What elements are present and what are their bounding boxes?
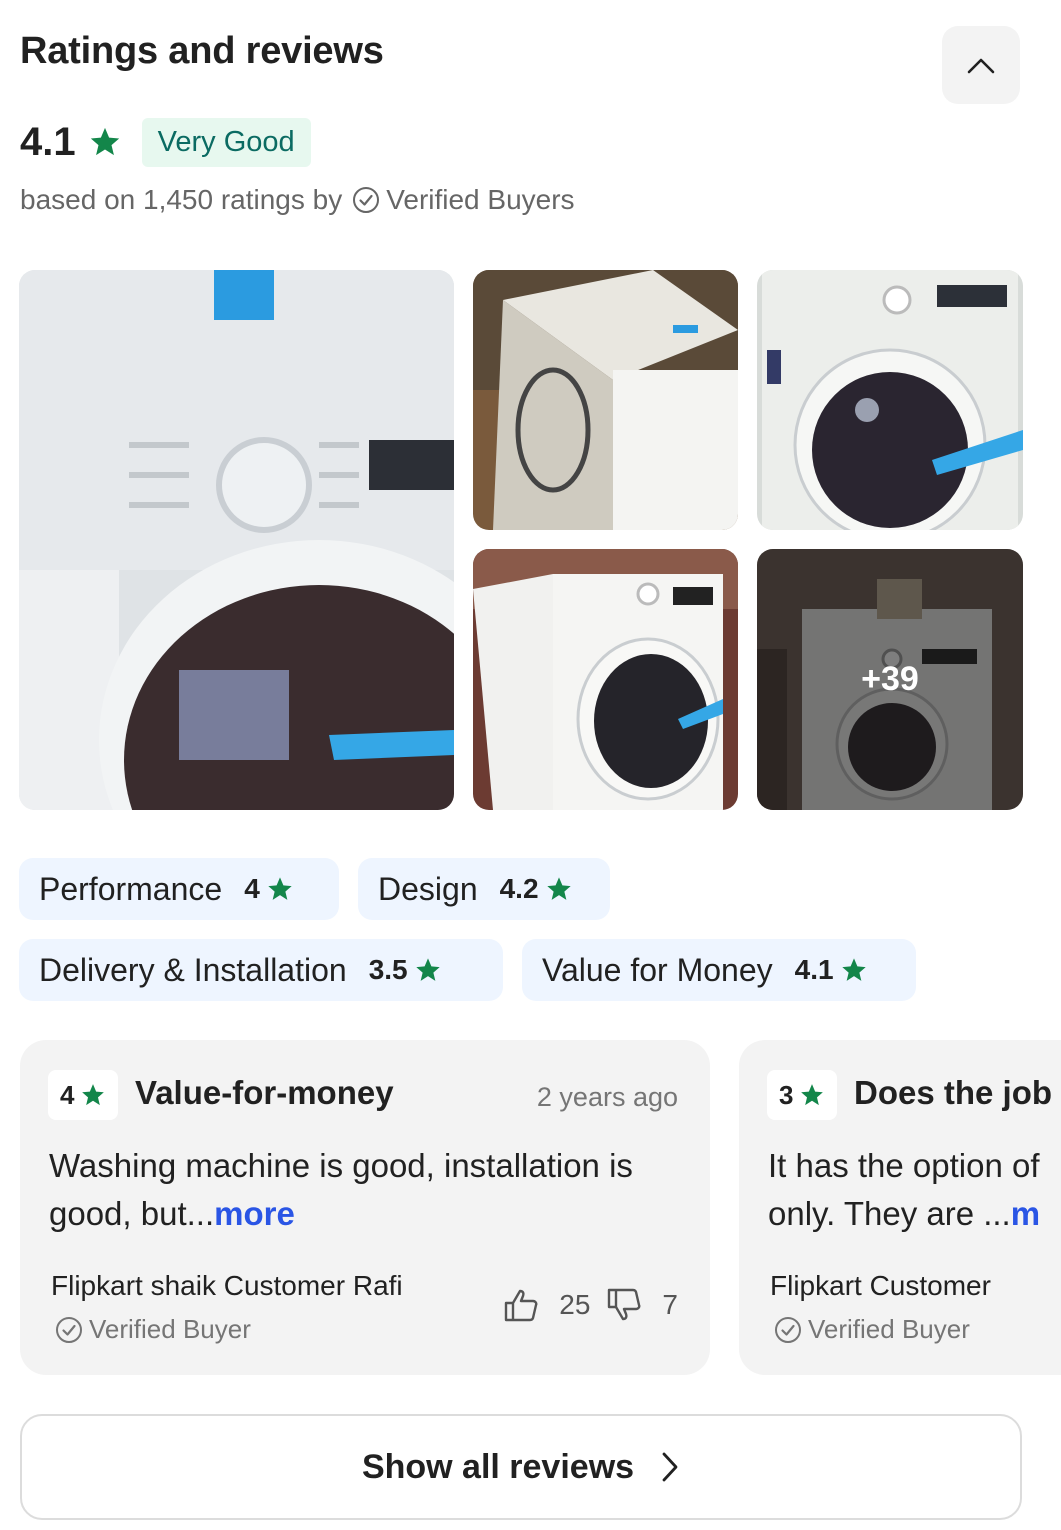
verified-check-icon xyxy=(55,1316,83,1344)
show-all-label: Show all reviews xyxy=(361,1447,635,1486)
show-all-reviews-button[interactable]: Show all reviews xyxy=(20,1414,1022,1520)
review-text: It has the option of only. They are ...m xyxy=(768,1142,1061,1238)
verified-buyers-text: Verified Buyers xyxy=(386,184,575,215)
review-rating-badge: 3 xyxy=(767,1070,838,1120)
more-photos-count: +39 xyxy=(757,549,1023,810)
verified-buyer-label: Verified Buyer xyxy=(808,1314,970,1344)
review-votes: 25 7 xyxy=(503,1288,678,1322)
aspect-rating: 3.5 xyxy=(368,954,408,985)
review-author: Flipkart shaik Customer Rafi xyxy=(51,1270,403,1301)
aspect-chip-delivery-installation[interactable]: Delivery & Installation 3.5 xyxy=(19,939,503,1001)
aspect-chip-design[interactable]: Design 4.2 xyxy=(358,858,610,920)
dislike-count: 7 xyxy=(662,1289,678,1320)
review-rating-badge: 4 xyxy=(48,1070,119,1120)
review-photo-1[interactable] xyxy=(19,270,454,810)
aspect-name: Value for Money xyxy=(542,951,773,988)
ratings-count: based on 1,450 ratings by Verified Buyer… xyxy=(20,184,575,216)
aspect-name: Performance xyxy=(39,870,223,907)
verified-buyer: Verified Buyer xyxy=(55,1314,251,1345)
review-rating: 3 xyxy=(779,1079,794,1110)
collapse-button[interactable] xyxy=(942,26,1020,104)
aspect-rating: 4.1 xyxy=(794,954,834,985)
review-title: Value-for-money xyxy=(135,1074,394,1111)
review-text: Washing machine is good, installation is… xyxy=(49,1142,689,1238)
read-more-link[interactable]: m xyxy=(1011,1195,1040,1232)
star-icon xyxy=(88,125,122,159)
aspect-rating: 4 xyxy=(244,873,260,904)
chevron-right-icon xyxy=(660,1451,680,1483)
verified-buyer: Verified Buyer xyxy=(774,1314,970,1345)
rating-label-badge: Very Good xyxy=(141,117,311,167)
aspect-chip-performance[interactable]: Performance 4 xyxy=(19,858,339,920)
star-icon xyxy=(840,956,868,984)
thumbs-up-icon[interactable] xyxy=(503,1288,539,1322)
review-photo-4[interactable] xyxy=(473,549,738,810)
review-rating: 4 xyxy=(60,1079,75,1110)
overall-rating-value: 4.1 xyxy=(20,119,76,164)
based-on-text: based on 1,450 ratings by xyxy=(20,184,343,215)
thumbs-down-icon[interactable] xyxy=(606,1288,642,1322)
read-more-link[interactable]: more xyxy=(214,1195,295,1232)
star-icon xyxy=(266,875,294,903)
star-icon xyxy=(80,1082,106,1108)
review-author: Flipkart Customer xyxy=(770,1270,991,1301)
overall-rating: 4.1 Very Good xyxy=(20,117,311,167)
review-photo-2[interactable] xyxy=(473,270,738,530)
review-photo-3[interactable] xyxy=(757,270,1023,530)
star-icon xyxy=(545,875,573,903)
section-title: Ratings and reviews xyxy=(20,30,384,72)
aspect-name: Design xyxy=(378,870,478,907)
chevron-up-icon xyxy=(966,55,996,75)
verified-buyer-label: Verified Buyer xyxy=(89,1314,251,1344)
verified-check-icon xyxy=(774,1316,802,1344)
review-card[interactable]: 4 Value-for-money 2 years ago Washing ma… xyxy=(20,1040,710,1375)
review-body-line2: only. They are ...m xyxy=(768,1195,1041,1232)
review-photo-more[interactable]: +39 xyxy=(757,549,1023,810)
review-body: Washing machine is good, installation is… xyxy=(49,1147,633,1232)
verified-check-icon xyxy=(352,186,380,214)
ratings-header: Ratings and reviews xyxy=(20,26,1020,106)
like-count: 25 xyxy=(559,1289,591,1320)
aspect-chip-value-for-money[interactable]: Value for Money 4.1 xyxy=(522,939,916,1001)
review-body: It has the option of xyxy=(768,1147,1040,1184)
review-card[interactable]: 3 Does the job It has the option of only… xyxy=(739,1040,1061,1375)
review-title: Does the job xyxy=(854,1074,1053,1111)
review-time: 2 years ago xyxy=(536,1082,678,1112)
star-icon xyxy=(414,956,442,984)
star-icon xyxy=(799,1082,825,1108)
aspect-name: Delivery & Installation xyxy=(39,951,347,988)
aspect-rating: 4.2 xyxy=(499,873,539,904)
